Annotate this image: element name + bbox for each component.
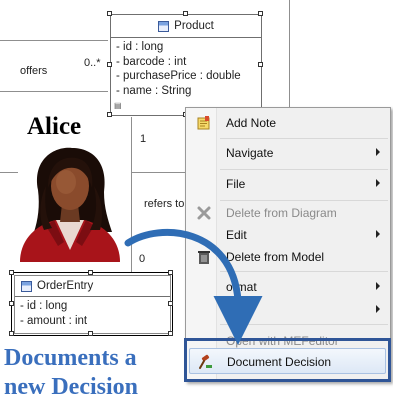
menu-item-delete-from-model[interactable]: Delete from Model xyxy=(186,244,390,270)
refers-to-label: refers to xyxy=(144,198,185,210)
resize-handle-ne[interactable] xyxy=(258,11,263,16)
attribute-row: - barcode : int xyxy=(116,55,187,68)
resize-handle-n[interactable] xyxy=(88,270,93,275)
product-attributes: - id : long - barcode : int - purchasePr… xyxy=(111,38,261,100)
order-entry-class-header: OrderEntry xyxy=(15,276,170,297)
order-entry-attributes: - id : long - amount : int xyxy=(15,297,170,330)
top-border-line xyxy=(0,40,108,41)
one-multiplicity: 1 xyxy=(140,133,147,145)
offers-multiplicity: 0..* xyxy=(84,57,101,69)
class-icon xyxy=(21,280,32,292)
resize-handle-sw[interactable] xyxy=(107,112,112,117)
submenu-arrow-icon xyxy=(376,230,380,238)
attribute-row: - purchasePrice : double xyxy=(116,70,241,83)
menu-item-filters[interactable]: ilters xyxy=(186,297,390,323)
actor-name: Alice xyxy=(27,113,82,140)
menu-separator xyxy=(220,324,388,325)
menu-item-label: Add Note xyxy=(226,116,277,130)
menu-item-label: Delete from Model xyxy=(226,250,325,264)
highlight-frame xyxy=(184,338,391,382)
resize-handle-sw[interactable] xyxy=(9,331,14,336)
class-icon xyxy=(158,20,170,32)
menu-separator xyxy=(220,138,388,139)
submenu-arrow-icon xyxy=(376,305,380,313)
mid-divider-line xyxy=(131,172,191,173)
menu-item-file[interactable]: File xyxy=(186,171,390,197)
resize-handle-nw[interactable] xyxy=(9,270,14,275)
menu-item-label: Navigate xyxy=(226,146,274,160)
product-class-name: Product xyxy=(174,20,214,32)
product-class-header: Product xyxy=(111,15,261,38)
resize-handle-e[interactable] xyxy=(258,62,263,67)
resize-handle-n[interactable] xyxy=(183,11,188,16)
order-entry-class[interactable]: OrderEntry - id : long - amount : int xyxy=(14,275,171,334)
resize-handle-e[interactable] xyxy=(168,301,173,306)
menu-item-label: Edit xyxy=(226,228,247,242)
trash-icon xyxy=(198,251,210,264)
menu-item-add-note[interactable]: Add Note xyxy=(186,110,390,136)
submenu-arrow-icon xyxy=(376,179,380,187)
attribute-row: - id : long xyxy=(116,41,164,53)
note-icon xyxy=(197,116,210,130)
menu-separator xyxy=(220,169,388,170)
attribute-row: - amount : int xyxy=(20,314,88,327)
caption-line-1: Documents a xyxy=(4,345,137,371)
menu-item-label: ormat xyxy=(226,280,257,294)
menu-item-label: Delete from Diagram xyxy=(226,206,337,220)
submenu-arrow-icon xyxy=(376,148,380,156)
menu-separator xyxy=(220,271,388,272)
menu-item-navigate[interactable]: Navigate xyxy=(186,140,390,166)
attribute-row: - id : long xyxy=(20,300,68,312)
user-avatar-icon xyxy=(20,147,120,262)
resize-handle-s[interactable] xyxy=(88,331,93,336)
resize-handle-w[interactable] xyxy=(9,301,14,306)
resize-handle-nw[interactable] xyxy=(107,11,112,16)
right-edge-line xyxy=(289,0,290,107)
submenu-arrow-icon xyxy=(376,282,380,290)
order-entry-class-name: OrderEntry xyxy=(37,280,94,292)
product-class[interactable]: Product - id : long - barcode : int - pu… xyxy=(110,14,262,116)
resize-handle-ne[interactable] xyxy=(168,270,173,275)
resize-handle-w[interactable] xyxy=(107,62,112,67)
caption-line-2: new Decision xyxy=(4,374,138,400)
menu-item-label: ilters xyxy=(226,303,252,317)
attribute-row: - name : String xyxy=(116,84,192,97)
menu-item-label: File xyxy=(226,177,246,191)
refers-association-line[interactable] xyxy=(131,117,132,272)
operations-compartment-icon: ▤ xyxy=(114,101,122,110)
resize-handle-se[interactable] xyxy=(168,331,173,336)
delete-x-icon xyxy=(197,206,211,220)
diagram-canvas[interactable]: offers 0..* 1 refers to 0 Product - id :… xyxy=(0,0,393,404)
zero-multiplicity: 0 xyxy=(139,253,146,265)
offers-label: offers xyxy=(20,65,48,77)
offers-association-line[interactable] xyxy=(0,91,108,92)
